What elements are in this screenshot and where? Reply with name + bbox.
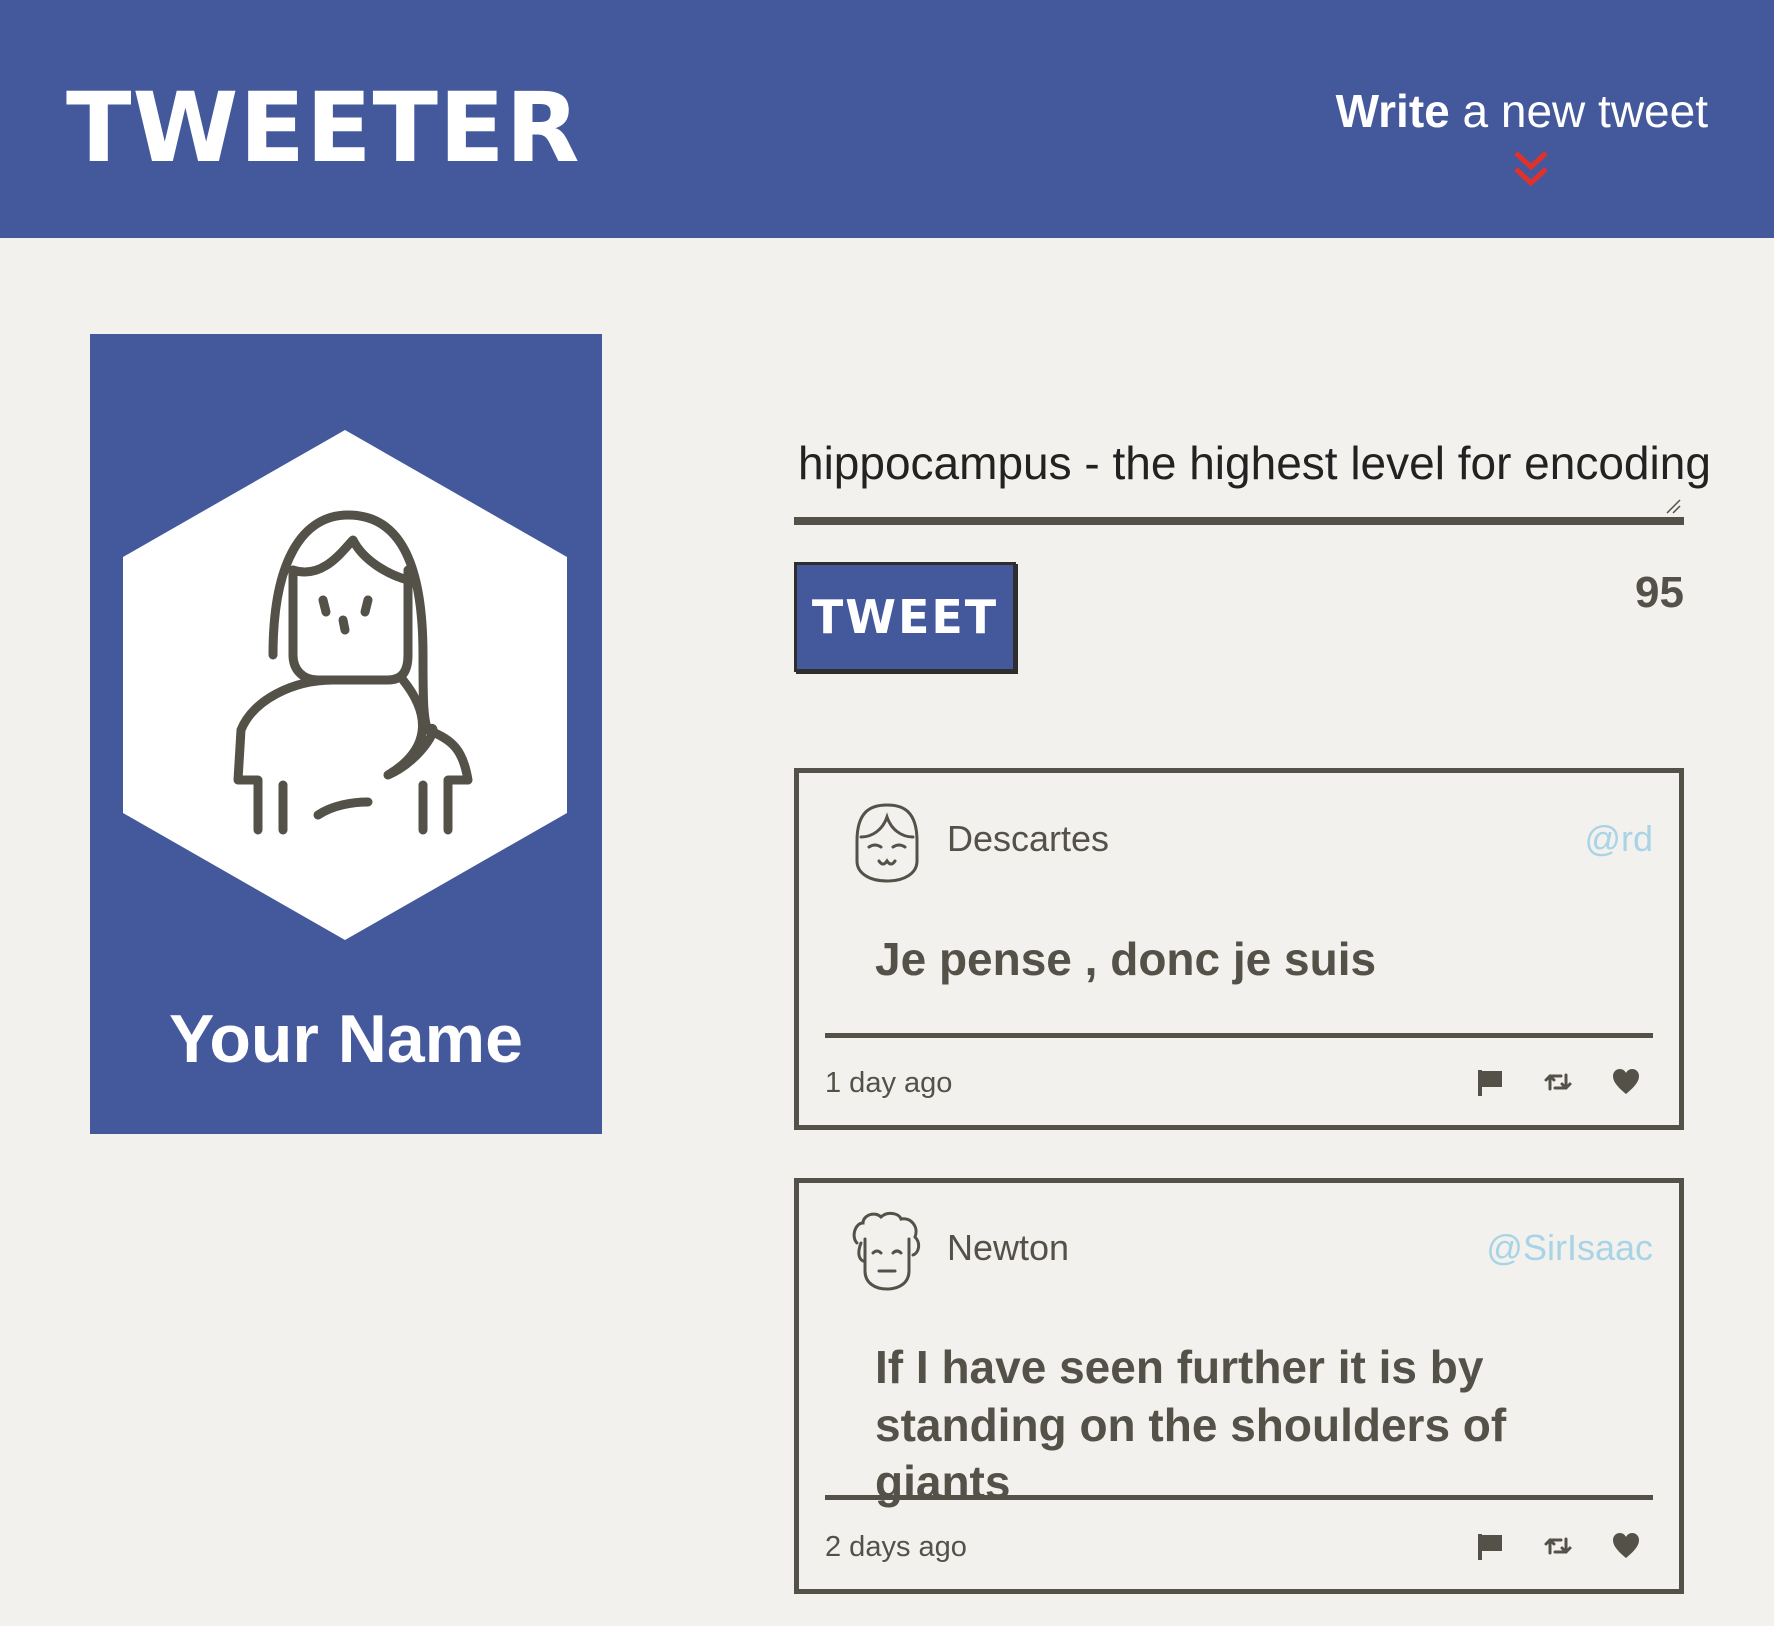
brand-logo[interactable]: TWEETER (66, 80, 581, 176)
retweet-icon[interactable] (1543, 1067, 1573, 1097)
tweet-handle[interactable]: @rd (1584, 818, 1653, 860)
profile-name: Your Name (169, 1001, 523, 1077)
compose-toggle-bold: Write (1335, 85, 1450, 137)
newton-avatar-icon (852, 1211, 921, 1291)
descartes-avatar-icon (855, 803, 919, 883)
double-chevron-down-icon[interactable] (1513, 150, 1549, 188)
tweet-handle[interactable]: @SirIsaac (1486, 1227, 1653, 1269)
tweet-card: Newton @SirIsaac If I have seen further … (794, 1178, 1684, 1594)
compose-toggle-rest: a new tweet (1449, 85, 1709, 137)
tweet-actions (1475, 1531, 1641, 1561)
flag-icon[interactable] (1475, 1531, 1505, 1561)
tweet-button[interactable]: TWEET (794, 562, 1016, 672)
tweet-divider (825, 1033, 1653, 1038)
heart-icon[interactable] (1611, 1067, 1641, 1097)
textarea-underline (794, 517, 1684, 525)
flag-icon[interactable] (1475, 1067, 1505, 1097)
tweet-timestamp: 2 days ago (825, 1531, 967, 1563)
resize-handle-icon[interactable] (1665, 498, 1681, 514)
character-counter: 95 (1635, 568, 1684, 617)
tweet-divider (825, 1495, 1653, 1500)
tweet-card: Descartes @rd Je pense , donc je suis 1 … (794, 768, 1684, 1130)
tweet-text: If I have seen further it is by standing… (875, 1341, 1507, 1508)
tweet-author: Descartes (947, 818, 1110, 859)
tweet-timestamp: 1 day ago (825, 1067, 953, 1099)
profile-card: Your Name (90, 334, 602, 1134)
tweet-author: Newton (947, 1227, 1070, 1268)
compose-toggle[interactable]: Write a new tweet (1336, 88, 1708, 134)
heart-icon[interactable] (1611, 1531, 1641, 1561)
tweet-actions (1475, 1067, 1641, 1097)
retweet-icon[interactable] (1543, 1531, 1573, 1561)
profile-avatar (123, 430, 567, 940)
tweet-text: Je pense , donc je suis (875, 933, 1377, 985)
tweet-textarea[interactable]: hippocampus - the highest level for enco… (798, 436, 1711, 491)
top-nav: TWEETER Write a new tweet (0, 0, 1774, 238)
